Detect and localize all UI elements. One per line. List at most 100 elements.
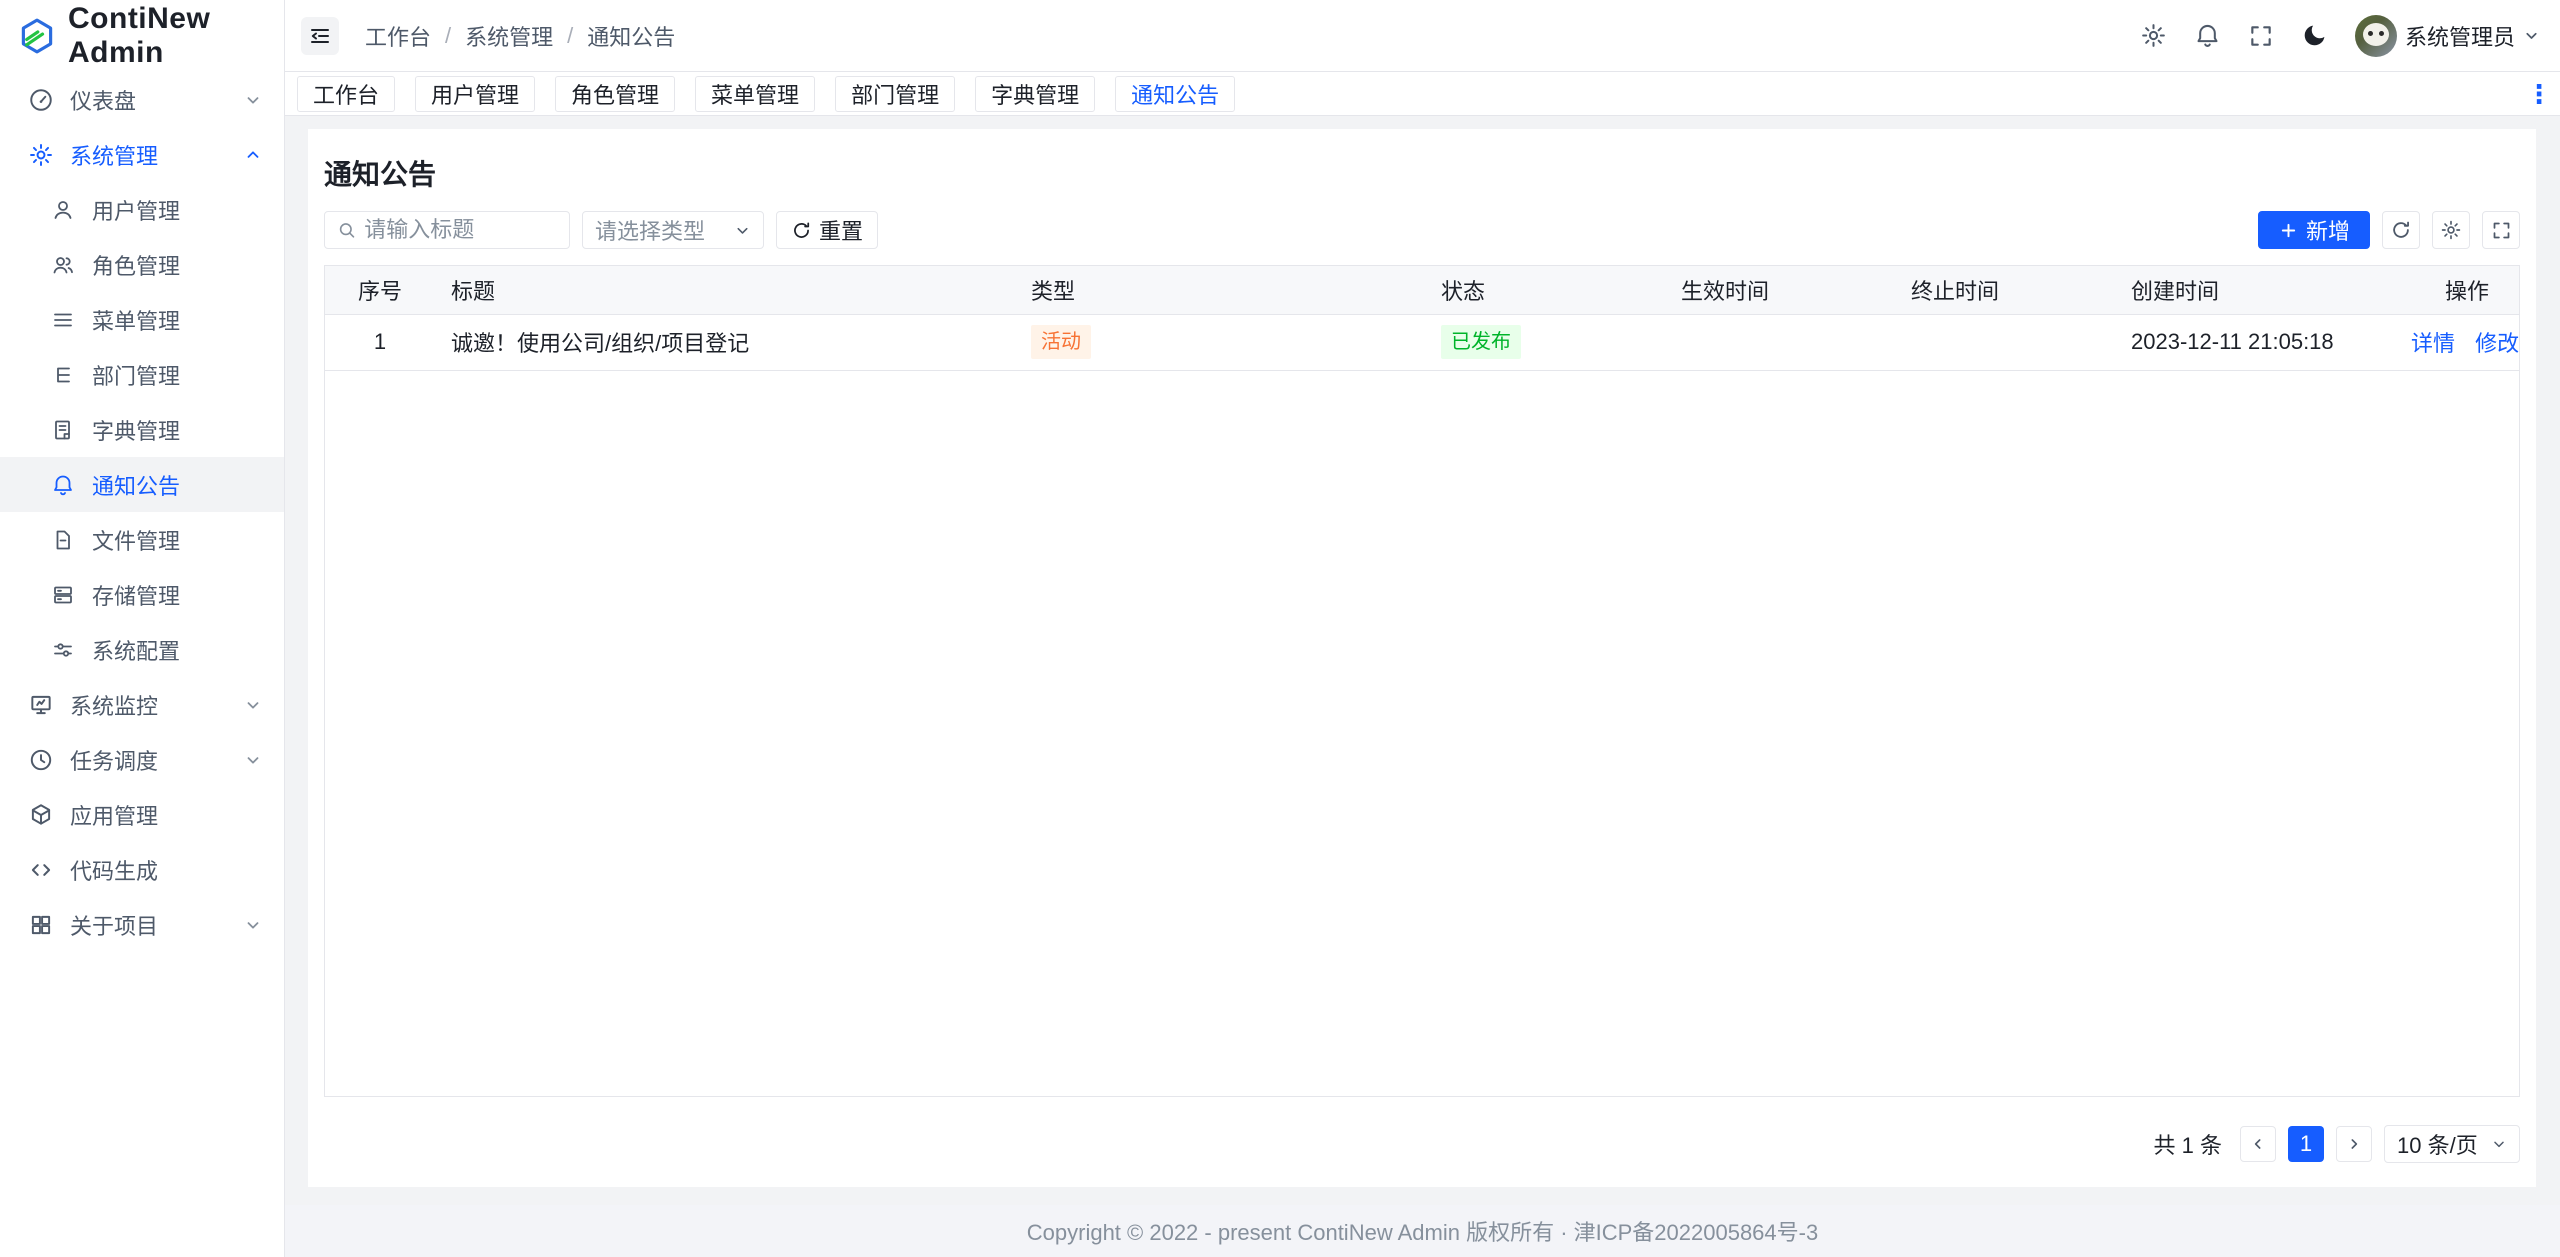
chevron-down-icon <box>244 751 262 769</box>
cell-title: 诚邀！使用公司/组织/项目登记 <box>435 314 1015 370</box>
detail-link[interactable]: 详情 <box>2411 331 2455 356</box>
content-area: 通知公告 请选择类型 <box>285 116 2560 1205</box>
sidebar-item-label: 存储管理 <box>92 579 180 611</box>
search-icon <box>337 219 356 241</box>
dictionary-icon <box>50 418 76 442</box>
app-title: ContiNew Admin <box>68 2 284 70</box>
expand-icon <box>2491 220 2512 241</box>
sidebar-item-about-project[interactable]: 关于项目 <box>0 897 284 952</box>
theme-toggle-button[interactable] <box>2301 22 2328 49</box>
notifications-button[interactable] <box>2194 22 2221 49</box>
bell-icon <box>50 473 76 497</box>
add-button[interactable]: 新增 <box>2258 211 2370 249</box>
table-fullscreen-button[interactable] <box>2482 211 2520 249</box>
tab-bar: 工作台 用户管理 角色管理 菜单管理 部门管理 字典管理 通知公告 ⋮ <box>285 72 2560 116</box>
sidebar-item-task-scheduler[interactable]: 任务调度 <box>0 732 284 787</box>
sidebar-item-menu-management[interactable]: 菜单管理 <box>0 292 284 347</box>
sidebar-item-app-management[interactable]: 应用管理 <box>0 787 284 842</box>
cell-effective-time <box>1665 314 1895 370</box>
type-tag: 活动 <box>1031 325 1091 359</box>
refresh-table-button[interactable] <box>2382 211 2420 249</box>
sidebar-item-dictionary-management[interactable]: 字典管理 <box>0 402 284 457</box>
sidebar-item-department-management[interactable]: 部门管理 <box>0 347 284 402</box>
table-actions: 新增 <box>2258 211 2520 249</box>
copyright-text: Copyright © 2022 - present ContiNew Admi… <box>1027 1215 1818 1247</box>
sidebar-item-system-monitor[interactable]: 系统监控 <box>0 677 284 732</box>
page-number-button[interactable]: 1 <box>2288 1126 2324 1162</box>
sidebar-item-label: 任务调度 <box>70 744 158 776</box>
tab-role-management[interactable]: 角色管理 <box>555 76 675 112</box>
sidebar-item-label: 代码生成 <box>70 854 158 886</box>
add-label: 新增 <box>2306 214 2350 246</box>
sidebar-item-label: 菜单管理 <box>92 304 180 336</box>
chevron-up-icon <box>244 146 262 164</box>
cell-actions: 详情 修改 删除 <box>2395 314 2519 370</box>
refresh-icon <box>791 220 812 241</box>
column-settings-button[interactable] <box>2432 211 2470 249</box>
sidebar-item-label: 系统配置 <box>92 634 180 666</box>
sidebar-item-label: 用户管理 <box>92 194 180 226</box>
user-menu[interactable]: 系统管理员 <box>2355 15 2540 57</box>
sidebar-item-code-generation[interactable]: 代码生成 <box>0 842 284 897</box>
tab-more-icon[interactable]: ⋮ <box>2526 81 2552 107</box>
table-header-row: 序号 标题 类型 状态 生效时间 终止时间 创建时间 操作 <box>325 266 2519 314</box>
breadcrumb-item-notice[interactable]: 通知公告 <box>587 20 675 52</box>
chevron-down-icon <box>2523 27 2540 44</box>
previous-page-button[interactable] <box>2240 1126 2276 1162</box>
fullscreen-button[interactable] <box>2248 23 2274 49</box>
clock-icon <box>28 747 54 773</box>
chevron-down-icon <box>244 916 262 934</box>
sidebar-item-notice[interactable]: 通知公告 <box>0 457 284 512</box>
tab-notice[interactable]: 通知公告 <box>1115 76 1235 112</box>
table-row: 1 诚邀！使用公司/组织/项目登记 活动 已发布 2023- <box>325 314 2519 370</box>
sidebar-item-dashboard[interactable]: 仪表盘 <box>0 72 284 127</box>
settings-button[interactable] <box>2140 22 2167 49</box>
sidebar-item-label: 文件管理 <box>92 524 180 556</box>
sidebar-item-user-management[interactable]: 用户管理 <box>0 182 284 237</box>
column-header-actions: 操作 <box>2395 266 2519 314</box>
sidebar-item-storage-management[interactable]: 存储管理 <box>0 567 284 622</box>
logo[interactable]: ContiNew Admin <box>0 0 284 72</box>
reset-button[interactable]: 重置 <box>776 211 878 249</box>
sidebar: ContiNew Admin 仪表盘 <box>0 0 285 1257</box>
type-select[interactable]: 请选择类型 <box>582 211 764 249</box>
page-title: 通知公告 <box>324 129 2520 195</box>
chevron-down-icon <box>244 696 262 714</box>
next-page-button[interactable] <box>2336 1126 2372 1162</box>
sliders-icon <box>50 638 76 662</box>
page-size-select[interactable]: 10 条/页 <box>2384 1125 2520 1163</box>
tab-workbench[interactable]: 工作台 <box>297 76 395 112</box>
app-root: ContiNew Admin 仪表盘 <box>0 0 2560 1257</box>
sidebar-item-role-management[interactable]: 角色管理 <box>0 237 284 292</box>
refresh-icon <box>2390 219 2412 241</box>
tab-user-management[interactable]: 用户管理 <box>415 76 535 112</box>
sidebar-collapse-button[interactable] <box>301 17 339 55</box>
cell-type: 活动 <box>1015 314 1425 370</box>
breadcrumb-item-system-management[interactable]: 系统管理 <box>465 20 553 52</box>
avatar[interactable] <box>2355 15 2397 57</box>
code-icon <box>28 857 54 883</box>
file-icon <box>50 528 76 552</box>
tab-department-management[interactable]: 部门管理 <box>835 76 955 112</box>
title-search-input[interactable] <box>364 217 557 243</box>
edit-link[interactable]: 修改 <box>2475 331 2519 356</box>
gear-icon <box>28 142 54 168</box>
notice-table: 序号 标题 类型 状态 生效时间 终止时间 创建时间 操作 <box>324 265 2520 1097</box>
status-tag: 已发布 <box>1441 325 1521 359</box>
breadcrumb-item-workbench[interactable]: 工作台 <box>365 20 431 52</box>
total-count: 共 1 条 <box>2154 1128 2222 1160</box>
sidebar-menu: 仪表盘 系统管理 <box>0 72 284 952</box>
sidebar-item-label: 系统监控 <box>70 689 158 721</box>
sidebar-item-system-config[interactable]: 系统配置 <box>0 622 284 677</box>
column-header-title: 标题 <box>435 266 1015 314</box>
moon-icon <box>2301 22 2328 49</box>
column-header-type: 类型 <box>1015 266 1425 314</box>
sidebar-item-system-management[interactable]: 系统管理 <box>0 127 284 182</box>
logo-icon <box>18 17 56 55</box>
tab-menu-management[interactable]: 菜单管理 <box>695 76 815 112</box>
sidebar-item-file-management[interactable]: 文件管理 <box>0 512 284 567</box>
footer: Copyright © 2022 - present ContiNew Admi… <box>285 1205 2560 1257</box>
tab-dictionary-management[interactable]: 字典管理 <box>975 76 1095 112</box>
org-tree-icon <box>50 363 76 387</box>
breadcrumb-separator: / <box>445 23 451 49</box>
